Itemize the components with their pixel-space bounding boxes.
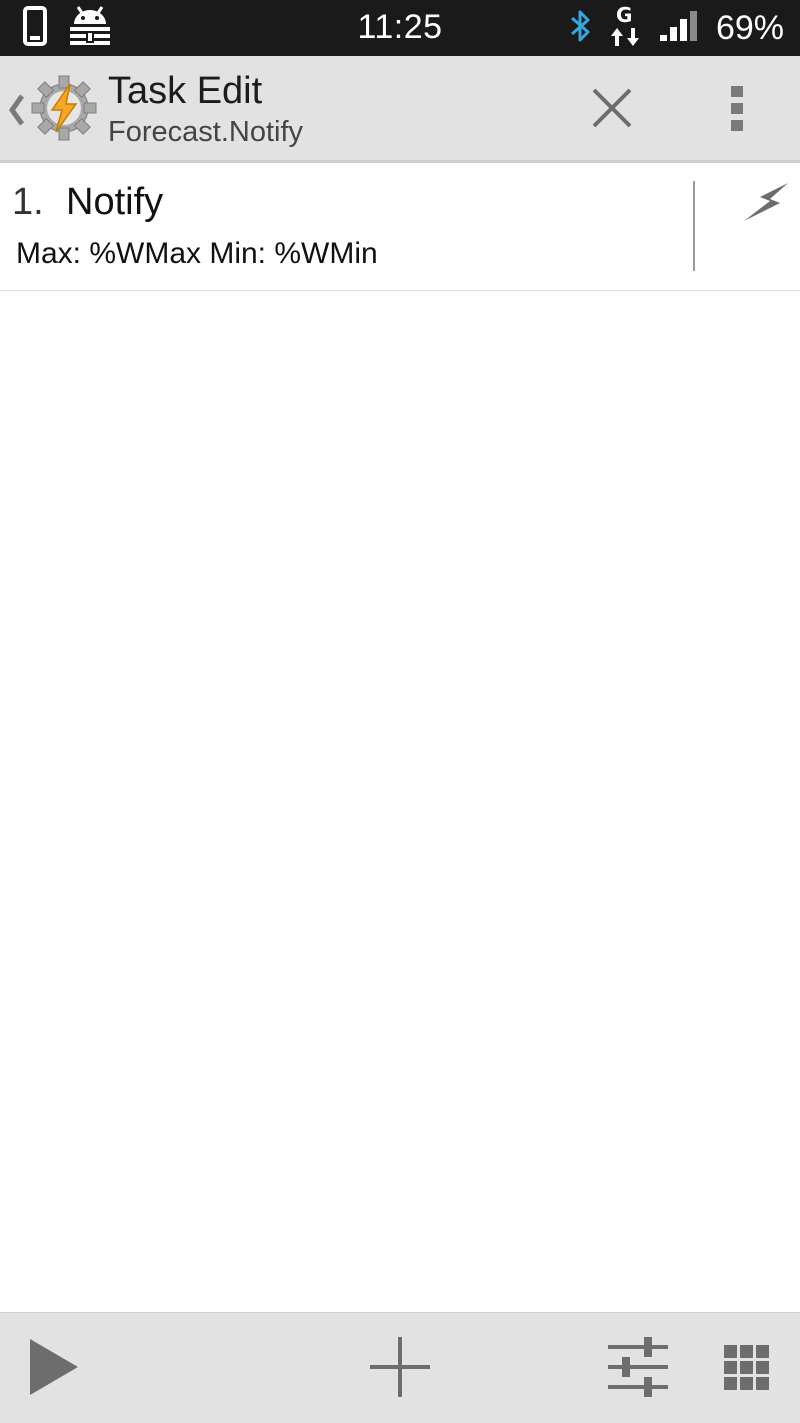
settings-sliders-icon[interactable] (606, 1335, 670, 1399)
close-icon[interactable] (588, 84, 636, 132)
action-params: Max: %WMax Min: %WMin (16, 237, 378, 270)
bottom-toolbar (0, 1312, 800, 1423)
network-type-label: G (616, 4, 632, 27)
action-name: Notify (66, 181, 164, 223)
action-divider (693, 181, 695, 271)
bluetooth-icon (568, 8, 592, 49)
overflow-menu-icon[interactable] (716, 82, 760, 134)
add-icon[interactable] (368, 1335, 432, 1399)
back-chevron-icon[interactable] (6, 90, 28, 130)
data-transfer-icon: G (608, 3, 642, 53)
status-right-icons: G 69% (568, 3, 784, 53)
lightning-bolt-icon[interactable] (740, 181, 792, 225)
tasker-logo-icon[interactable] (30, 74, 98, 142)
action-bar: Task Edit Forecast.Notify (0, 56, 800, 163)
page-title: Task Edit (108, 70, 263, 112)
status-bar: 11:25 G 69% (0, 0, 800, 56)
grid-icon[interactable] (714, 1335, 778, 1399)
action-list-item[interactable]: 1. Notify Max: %WMax Min: %WMin (0, 163, 800, 291)
action-index: 1. (12, 181, 44, 223)
battery-level: 69% (715, 8, 784, 47)
play-icon[interactable] (22, 1335, 86, 1399)
signal-icon (658, 9, 700, 48)
task-name-subtitle: Forecast.Notify (108, 116, 303, 148)
